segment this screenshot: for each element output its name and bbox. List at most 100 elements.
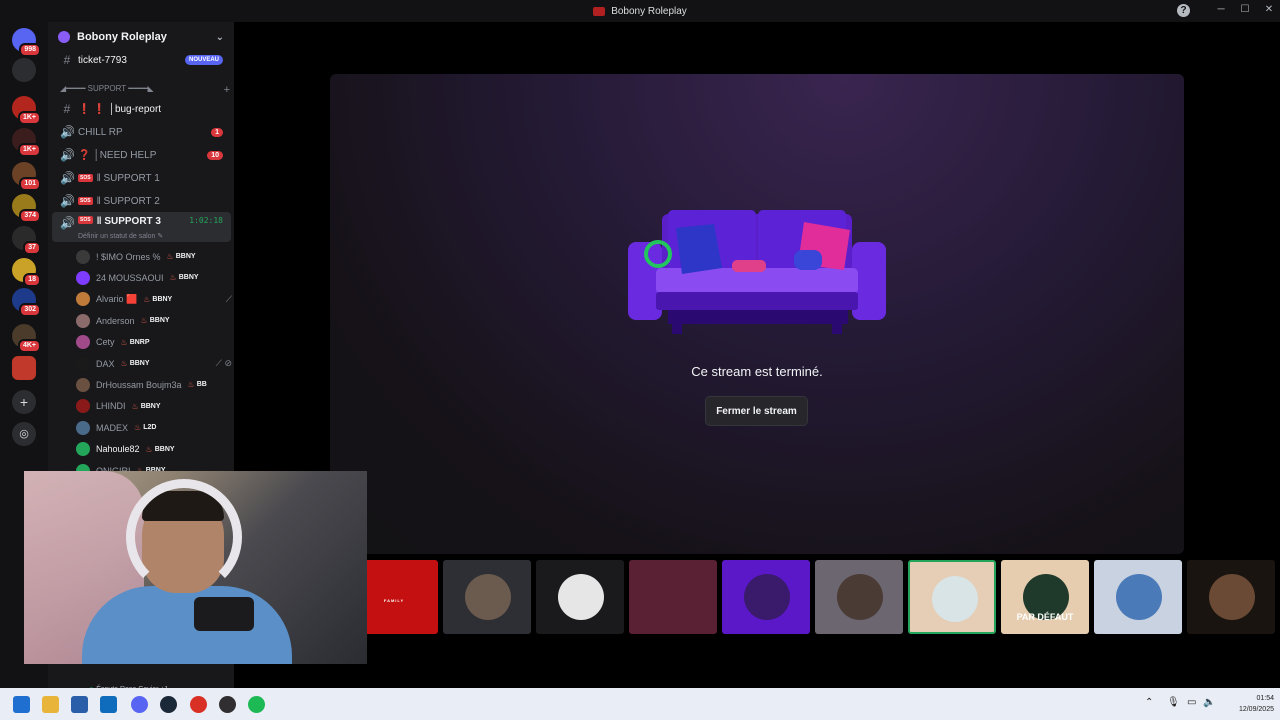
- server-icon-10[interactable]: [12, 356, 36, 380]
- tag-label: BBNY: [178, 274, 199, 282]
- tag-label: BB: [196, 381, 207, 389]
- participant-avatar: [932, 576, 978, 622]
- windows-taskbar: ⌃ 🎙 ▭ 🔈 01:54 12/09/2025: [0, 688, 1280, 720]
- channel-label: ‖ SUPPORT 2: [96, 195, 160, 207]
- participant-avatar: [558, 574, 604, 620]
- add-channel-icon[interactable]: +: [224, 84, 230, 96]
- maximize-button[interactable]: ☐: [1238, 3, 1252, 17]
- flame-icon: ♨: [145, 444, 153, 454]
- tray-volume-icon[interactable]: 🔈: [1203, 697, 1215, 708]
- server-icon-1[interactable]: [12, 58, 36, 82]
- server-tag: ♨ L2D: [134, 423, 156, 432]
- tag-label: BBNY: [149, 317, 170, 325]
- spotify-icon[interactable]: [248, 696, 265, 713]
- channel-item[interactable]: # ❗ ❗ │bug-report: [52, 98, 231, 120]
- mention-badge: 18: [23, 273, 41, 287]
- flame-icon: ♨: [134, 423, 142, 433]
- close-stream-button[interactable]: Fermer le stream: [705, 396, 808, 426]
- participant-tile[interactable]: [443, 560, 531, 634]
- tag-label: BBNY: [140, 402, 161, 410]
- category-support[interactable]: ◢━━━━ SUPPORT ━━━━◣ +: [60, 84, 230, 96]
- voice-user[interactable]: ! $IMO Ornes % ♨ BBNY: [76, 246, 232, 267]
- server-tag: ♨BBNY: [132, 402, 161, 411]
- voice-user[interactable]: Anderson ♨ BBNY: [76, 310, 232, 331]
- participant-tile[interactable]: [629, 560, 717, 634]
- voice-user[interactable]: DAX ♨ BBNY ⟋ ⊘: [76, 353, 232, 374]
- tray-chevron-icon[interactable]: ⌃: [1145, 697, 1153, 708]
- avatar: [76, 313, 90, 328]
- window-titlebar: Bobony Roleplay ? ─ ☐ ✕: [0, 0, 1280, 22]
- tag-label: L2D: [143, 424, 157, 432]
- voice-user[interactable]: DrHoussam Boujm3a ♨ BB: [76, 374, 232, 395]
- flame-icon: ♨: [169, 273, 177, 283]
- participant-tile[interactable]: [722, 560, 810, 634]
- participant-tile[interactable]: [536, 560, 624, 634]
- server-icon-6[interactable]: 37: [12, 226, 41, 255]
- add-server-icon[interactable]: +: [12, 390, 36, 414]
- help-icon[interactable]: ?: [1177, 4, 1190, 17]
- server-header[interactable]: Bobony Roleplay ⌄: [48, 22, 234, 52]
- new-badge: NOUVEAU: [184, 55, 223, 65]
- participant-avatar: [837, 574, 883, 620]
- server-icon-5[interactable]: 374: [12, 194, 41, 223]
- speaker-icon: 🔊: [60, 216, 75, 230]
- muted-icon: ⟋: [225, 293, 232, 304]
- server-icon-4[interactable]: 101: [12, 162, 41, 191]
- channel-item[interactable]: 🔊 ❓ │NEED HELP 10: [52, 144, 231, 166]
- participant-tile[interactable]: [1094, 560, 1182, 634]
- server-icon-7[interactable]: 18: [12, 258, 41, 287]
- system-clock[interactable]: 01:54 12/09/2025: [1218, 693, 1274, 715]
- server-icon-8[interactable]: 302: [12, 288, 41, 317]
- channel-label: ‖ SUPPORT 1: [96, 172, 160, 184]
- close-button[interactable]: ✕: [1262, 3, 1276, 17]
- avatar: [76, 399, 90, 414]
- user-name: Anderson: [96, 315, 135, 326]
- channel-item[interactable]: 🔊 SOS ‖ SUPPORT 1: [52, 167, 231, 189]
- participant-tile[interactable]: [815, 560, 903, 634]
- participant-tile[interactable]: [908, 560, 996, 634]
- server-icon-0[interactable]: 998: [12, 28, 41, 57]
- obs-icon[interactable]: [219, 696, 236, 713]
- discord-icon[interactable]: [131, 696, 148, 713]
- voice-user[interactable]: 24 MOUSSAOUI ♨ BBNY: [76, 267, 232, 288]
- sos-emoji-icon: SOS: [78, 197, 93, 205]
- voice-user[interactable]: Nahoule82 ♨ BBNY: [76, 439, 232, 460]
- store-icon[interactable]: [71, 696, 88, 713]
- voice-user[interactable]: Cety ♨ BNRP: [76, 332, 232, 353]
- server-icon-2[interactable]: 1K+: [12, 96, 41, 125]
- user-name: ! $IMO Ornes %: [96, 251, 161, 262]
- tray-network-icon[interactable]: ▭: [1187, 697, 1196, 708]
- voice-user[interactable]: Alvario 🟥 ♨ BBNY ⟋: [76, 289, 232, 310]
- server-icon-9[interactable]: 4K+: [12, 324, 41, 353]
- channel-item[interactable]: 🔊 SOS ‖ SUPPORT 2: [52, 190, 231, 212]
- discover-icon[interactable]: ◎: [12, 422, 36, 446]
- participant-tile[interactable]: PAR DÉFAUT: [1001, 560, 1089, 634]
- channel-ticket[interactable]: # ticket-7793 NOUVEAU: [52, 49, 231, 71]
- avatar: [76, 356, 90, 371]
- chrome-icon[interactable]: [190, 696, 207, 713]
- hash-icon: #: [63, 102, 71, 116]
- chevron-down-icon[interactable]: ⌄: [216, 32, 224, 43]
- minimize-button[interactable]: ─: [1214, 3, 1228, 17]
- voice-user[interactable]: MADEX ♨ L2D: [76, 417, 232, 438]
- steam-icon[interactable]: [160, 696, 177, 713]
- server-icon-3[interactable]: 1K+: [12, 128, 41, 157]
- participant-avatar: [744, 574, 790, 620]
- channel-status-hint[interactable]: Définir un statut de salon ✎: [78, 232, 163, 240]
- speaker-icon: 🔊: [60, 148, 75, 162]
- channel-label: ‖ SUPPORT 3: [96, 216, 161, 227]
- channel-label: CHILL RP: [78, 126, 123, 138]
- category-label: ◢━━━━ SUPPORT ━━━━◣: [60, 84, 154, 93]
- voice-user[interactable]: LHINDI ♨ BBNY: [76, 396, 232, 417]
- participant-tile[interactable]: [1187, 560, 1275, 634]
- tray-mic-icon[interactable]: 🎙: [1167, 697, 1180, 708]
- file-explorer-icon[interactable]: [42, 696, 59, 713]
- speaker-icon: 🔊: [60, 171, 75, 185]
- mention-badge: 302: [19, 303, 41, 317]
- outlook-icon[interactable]: [100, 696, 117, 713]
- windows-start-icon[interactable]: [13, 696, 30, 713]
- channel-item[interactable]: 🔊 CHILL RP 1: [52, 121, 231, 143]
- avatar: [76, 292, 90, 307]
- participant-avatar: [1209, 574, 1255, 620]
- clock-date: 12/09/2025: [1238, 706, 1274, 713]
